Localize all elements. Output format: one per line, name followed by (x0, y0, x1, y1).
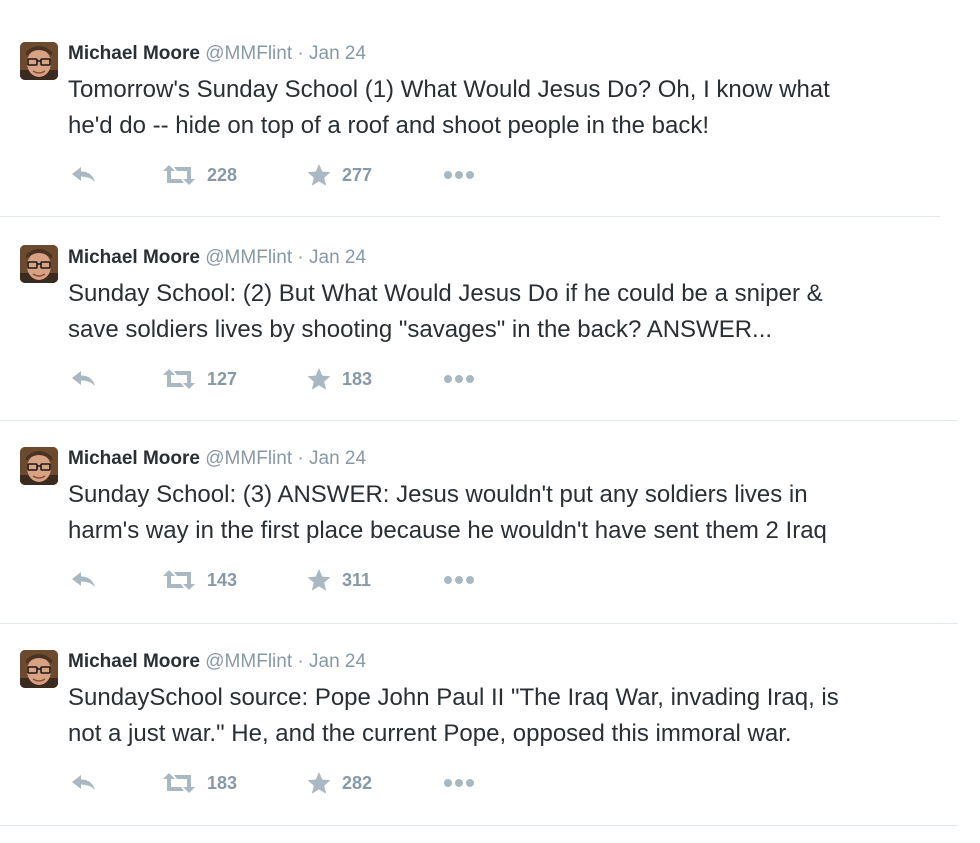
tweet-text: Sunday School: (2) But What Would Jesus … (68, 280, 823, 343)
retweet-count: 127 (207, 368, 238, 389)
tweet-header: Michael Moore @MMFlint · Jan 24 (68, 448, 366, 470)
reply-icon (72, 572, 95, 587)
more-dots-icon (444, 576, 474, 584)
author-handle[interactable]: @MMFlint (205, 43, 292, 64)
author-handle[interactable]: @MMFlint (205, 651, 292, 672)
more-button[interactable] (442, 366, 476, 392)
author-handle[interactable]: @MMFlint (205, 448, 292, 469)
avatar[interactable] (20, 447, 58, 485)
retweet-button[interactable]: 183 (161, 770, 237, 796)
header-separator: · (297, 651, 304, 672)
author-name[interactable]: Michael Moore (68, 247, 200, 268)
retweet-count: 228 (207, 164, 238, 185)
more-dots-icon (444, 375, 474, 383)
tweet: Michael Moore @MMFlint · Jan 24 SundaySc… (0, 624, 980, 827)
more-button[interactable] (442, 567, 476, 593)
reply-button[interactable] (68, 567, 98, 593)
star-icon (307, 164, 331, 186)
author-handle[interactable]: @MMFlint (205, 247, 292, 268)
favorite-button[interactable]: 311 (306, 567, 371, 593)
tweet: Michael Moore @MMFlint · Jan 24 Sunday S… (0, 421, 980, 624)
header-separator: · (297, 448, 304, 469)
retweet-button[interactable]: 127 (161, 366, 237, 392)
reply-icon (72, 371, 95, 386)
profile-photo-icon (20, 42, 58, 80)
author-name[interactable]: Michael Moore (68, 651, 200, 672)
profile-photo-icon (20, 245, 58, 283)
timestamp-link[interactable]: Jan 24 (309, 448, 366, 469)
more-dots-icon (444, 779, 474, 787)
avatar[interactable] (20, 42, 58, 80)
star-icon (307, 772, 331, 794)
author-name[interactable]: Michael Moore (68, 448, 200, 469)
tweet-header: Michael Moore @MMFlint · Jan 24 (68, 43, 366, 65)
tweet-text: Sunday School: (3) ANSWER: Jesus wouldn'… (68, 481, 827, 544)
profile-photo-icon (20, 650, 58, 688)
tweet-divider (0, 825, 958, 826)
tweet-header: Michael Moore @MMFlint · Jan 24 (68, 247, 366, 269)
retweet-button[interactable]: 143 (161, 567, 237, 593)
retweet-icon (163, 570, 195, 590)
avatar[interactable] (20, 245, 58, 283)
retweet-icon (163, 773, 195, 793)
favorite-button[interactable]: 282 (306, 770, 372, 796)
tweet-text: SundaySchool source: Pope John Paul II "… (68, 684, 839, 747)
author-name[interactable]: Michael Moore (68, 43, 200, 64)
tweet-text: Tomorrow's Sunday School (1) What Would … (68, 76, 830, 139)
retweet-icon (163, 369, 195, 389)
favorite-count: 183 (342, 368, 373, 389)
more-button[interactable] (442, 162, 476, 188)
reply-icon (72, 775, 95, 790)
favorite-button[interactable]: 183 (306, 366, 372, 392)
timestamp-link[interactable]: Jan 24 (309, 651, 366, 672)
favorite-count: 277 (342, 164, 373, 185)
profile-photo-icon (20, 447, 58, 485)
favorite-count: 311 (342, 569, 372, 590)
reply-button[interactable] (68, 162, 98, 188)
retweet-count: 143 (207, 569, 238, 590)
star-icon (307, 569, 331, 591)
header-separator: · (297, 247, 304, 268)
more-button[interactable] (442, 770, 476, 796)
reply-button[interactable] (68, 770, 98, 796)
retweet-count: 183 (207, 772, 238, 793)
tweet: Michael Moore @MMFlint · Jan 24 Sunday S… (0, 217, 980, 421)
star-icon (307, 368, 331, 390)
reply-icon (72, 167, 95, 182)
retweet-button[interactable]: 228 (161, 162, 237, 188)
retweet-icon (163, 165, 195, 185)
timestamp-link[interactable]: Jan 24 (309, 247, 366, 268)
favorite-count: 282 (342, 772, 373, 793)
header-separator: · (297, 43, 304, 64)
tweet-header: Michael Moore @MMFlint · Jan 24 (68, 651, 366, 673)
avatar[interactable] (20, 650, 58, 688)
more-dots-icon (444, 171, 474, 179)
timestamp-link[interactable]: Jan 24 (309, 43, 366, 64)
favorite-button[interactable]: 277 (306, 162, 372, 188)
tweet-timeline: Michael Moore @MMFlint · Jan 24 Tomorrow… (0, 0, 980, 843)
tweet: Michael Moore @MMFlint · Jan 24 Tomorrow… (0, 0, 980, 217)
reply-button[interactable] (68, 366, 98, 392)
